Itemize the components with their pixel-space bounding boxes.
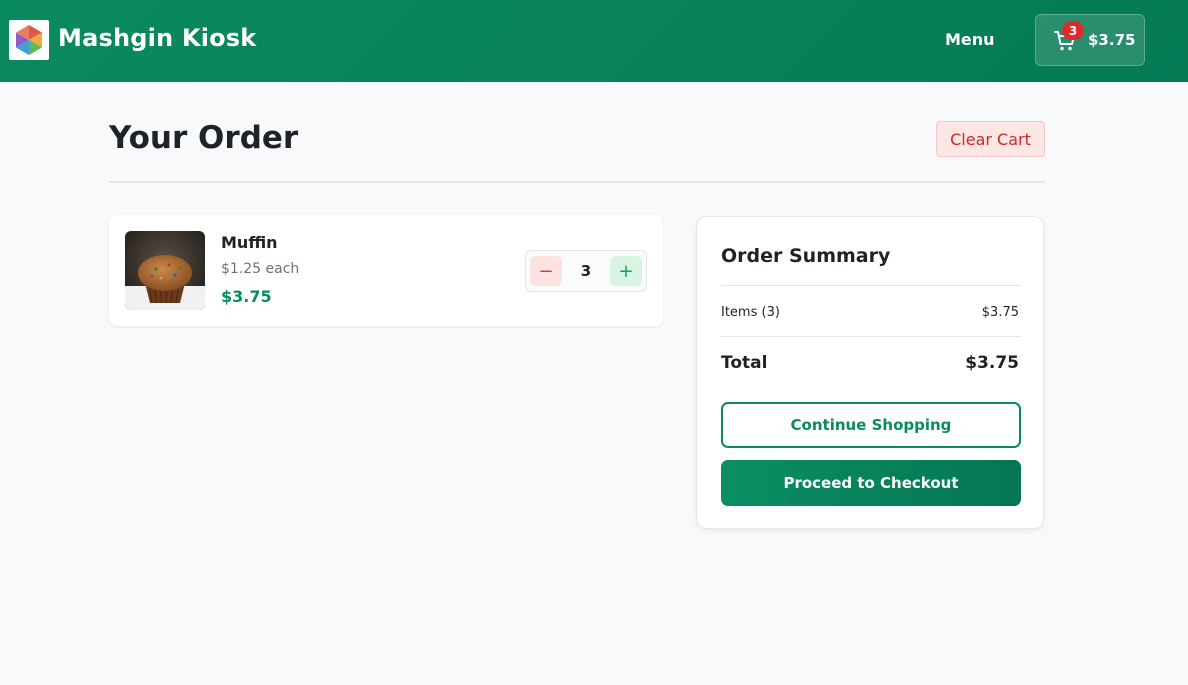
item-unit-price: $1.25 each	[221, 261, 300, 277]
muffin-image	[125, 231, 205, 310]
summary-divider	[721, 285, 1021, 286]
item-name: Muffin	[221, 233, 278, 252]
proceed-to-checkout-button[interactable]: Proceed to Checkout	[721, 460, 1021, 506]
brand-title[interactable]: Mashgin Kiosk	[58, 24, 256, 52]
clear-cart-button[interactable]: Clear Cart	[936, 121, 1045, 157]
order-summary-card: Order Summary Items (3) $3.75 Total $3.7…	[696, 216, 1044, 529]
cart-button[interactable]: 3 $3.75	[1035, 14, 1145, 66]
page-title: Your Order	[109, 120, 299, 156]
quantity-stepper: − 3 +	[525, 250, 647, 292]
item-subtotal: $3.75	[221, 287, 272, 306]
quantity-value: 3	[580, 262, 592, 280]
header-divider	[109, 181, 1045, 183]
summary-divider	[721, 336, 1021, 337]
summary-items-label: Items (3)	[721, 305, 780, 320]
top-navigation-bar: Mashgin Kiosk Menu 3 $3.75	[0, 0, 1188, 82]
cart-count-badge: 3	[1062, 21, 1084, 40]
continue-shopping-button[interactable]: Continue Shopping	[721, 402, 1021, 448]
decrease-quantity-button[interactable]: −	[530, 256, 562, 286]
summary-title: Order Summary	[721, 245, 891, 267]
cart-total: $3.75	[1088, 31, 1136, 49]
cube-logo-icon[interactable]	[9, 20, 49, 60]
increase-quantity-button[interactable]: +	[610, 256, 642, 286]
summary-total-value: $3.75	[965, 353, 1019, 373]
menu-link[interactable]: Menu	[945, 30, 995, 49]
summary-items-value: $3.75	[981, 305, 1019, 320]
cart-item-card: Muffin $1.25 each $3.75 − 3 +	[109, 215, 663, 326]
summary-total-label: Total	[721, 353, 768, 373]
